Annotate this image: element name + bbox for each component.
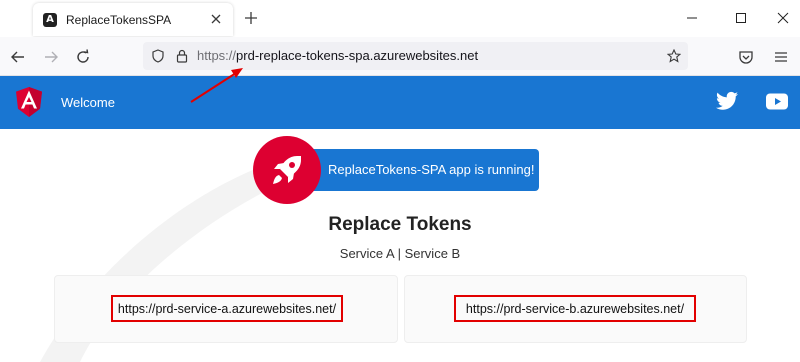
service-b-url: https://prd-service-b.azurewebsites.net/ — [465, 301, 685, 316]
forward-icon[interactable] — [43, 49, 59, 65]
service-b-card: https://prd-service-b.azurewebsites.net/ — [404, 275, 747, 343]
window-close-icon[interactable] — [777, 12, 789, 24]
url-host: prd-replace-tokens-spa.azurewebsites.net — [236, 48, 479, 63]
tab-title: ReplaceTokensSPA — [66, 12, 172, 27]
youtube-icon[interactable] — [766, 93, 788, 110]
browser-tab[interactable]: A ReplaceTokensSPA — [33, 3, 233, 36]
app-toolbar: Welcome — [0, 76, 800, 129]
nav-toolbar: https://prd-replace-tokens-spa.azurewebs… — [0, 37, 800, 76]
annotation-box: https://prd-service-a.azurewebsites.net/ — [111, 295, 343, 322]
twitter-icon[interactable] — [716, 91, 738, 111]
angular-icon: A — [43, 12, 57, 27]
main-content: ReplaceTokens-SPA app is running! Replac… — [0, 129, 800, 362]
rocket-icon — [273, 156, 301, 184]
rocket-badge — [253, 136, 321, 204]
header-title: Welcome — [61, 95, 115, 110]
address-bar[interactable]: https://prd-replace-tokens-spa.azurewebs… — [143, 42, 688, 70]
shield-icon[interactable] — [151, 49, 165, 63]
url-scheme: https:// — [197, 48, 237, 63]
annotation-box: https://prd-service-b.azurewebsites.net/ — [454, 295, 696, 322]
angular-logo — [16, 87, 42, 117]
back-icon[interactable] — [10, 49, 26, 65]
menu-icon[interactable] — [773, 49, 789, 65]
section-title: Replace Tokens — [328, 214, 472, 235]
lock-icon[interactable] — [175, 49, 189, 63]
services-line: Service A | Service B — [339, 246, 461, 261]
new-tab-icon[interactable] — [244, 11, 258, 25]
service-a-url: https://prd-service-a.azurewebsites.net/ — [117, 301, 337, 316]
tab-bar: A ReplaceTokensSPA — [0, 0, 800, 37]
maximize-icon[interactable] — [735, 12, 747, 24]
pocket-icon[interactable] — [738, 49, 754, 65]
bookmark-star-icon[interactable] — [667, 49, 681, 63]
reload-icon[interactable] — [75, 49, 91, 65]
close-icon[interactable] — [209, 12, 223, 26]
minimize-icon[interactable] — [686, 12, 698, 24]
url-text[interactable]: https://prd-replace-tokens-spa.azurewebs… — [197, 48, 478, 63]
service-a-card: https://prd-service-a.azurewebsites.net/ — [54, 275, 398, 343]
app-running-text: ReplaceTokens-SPA app is running! — [328, 162, 535, 177]
